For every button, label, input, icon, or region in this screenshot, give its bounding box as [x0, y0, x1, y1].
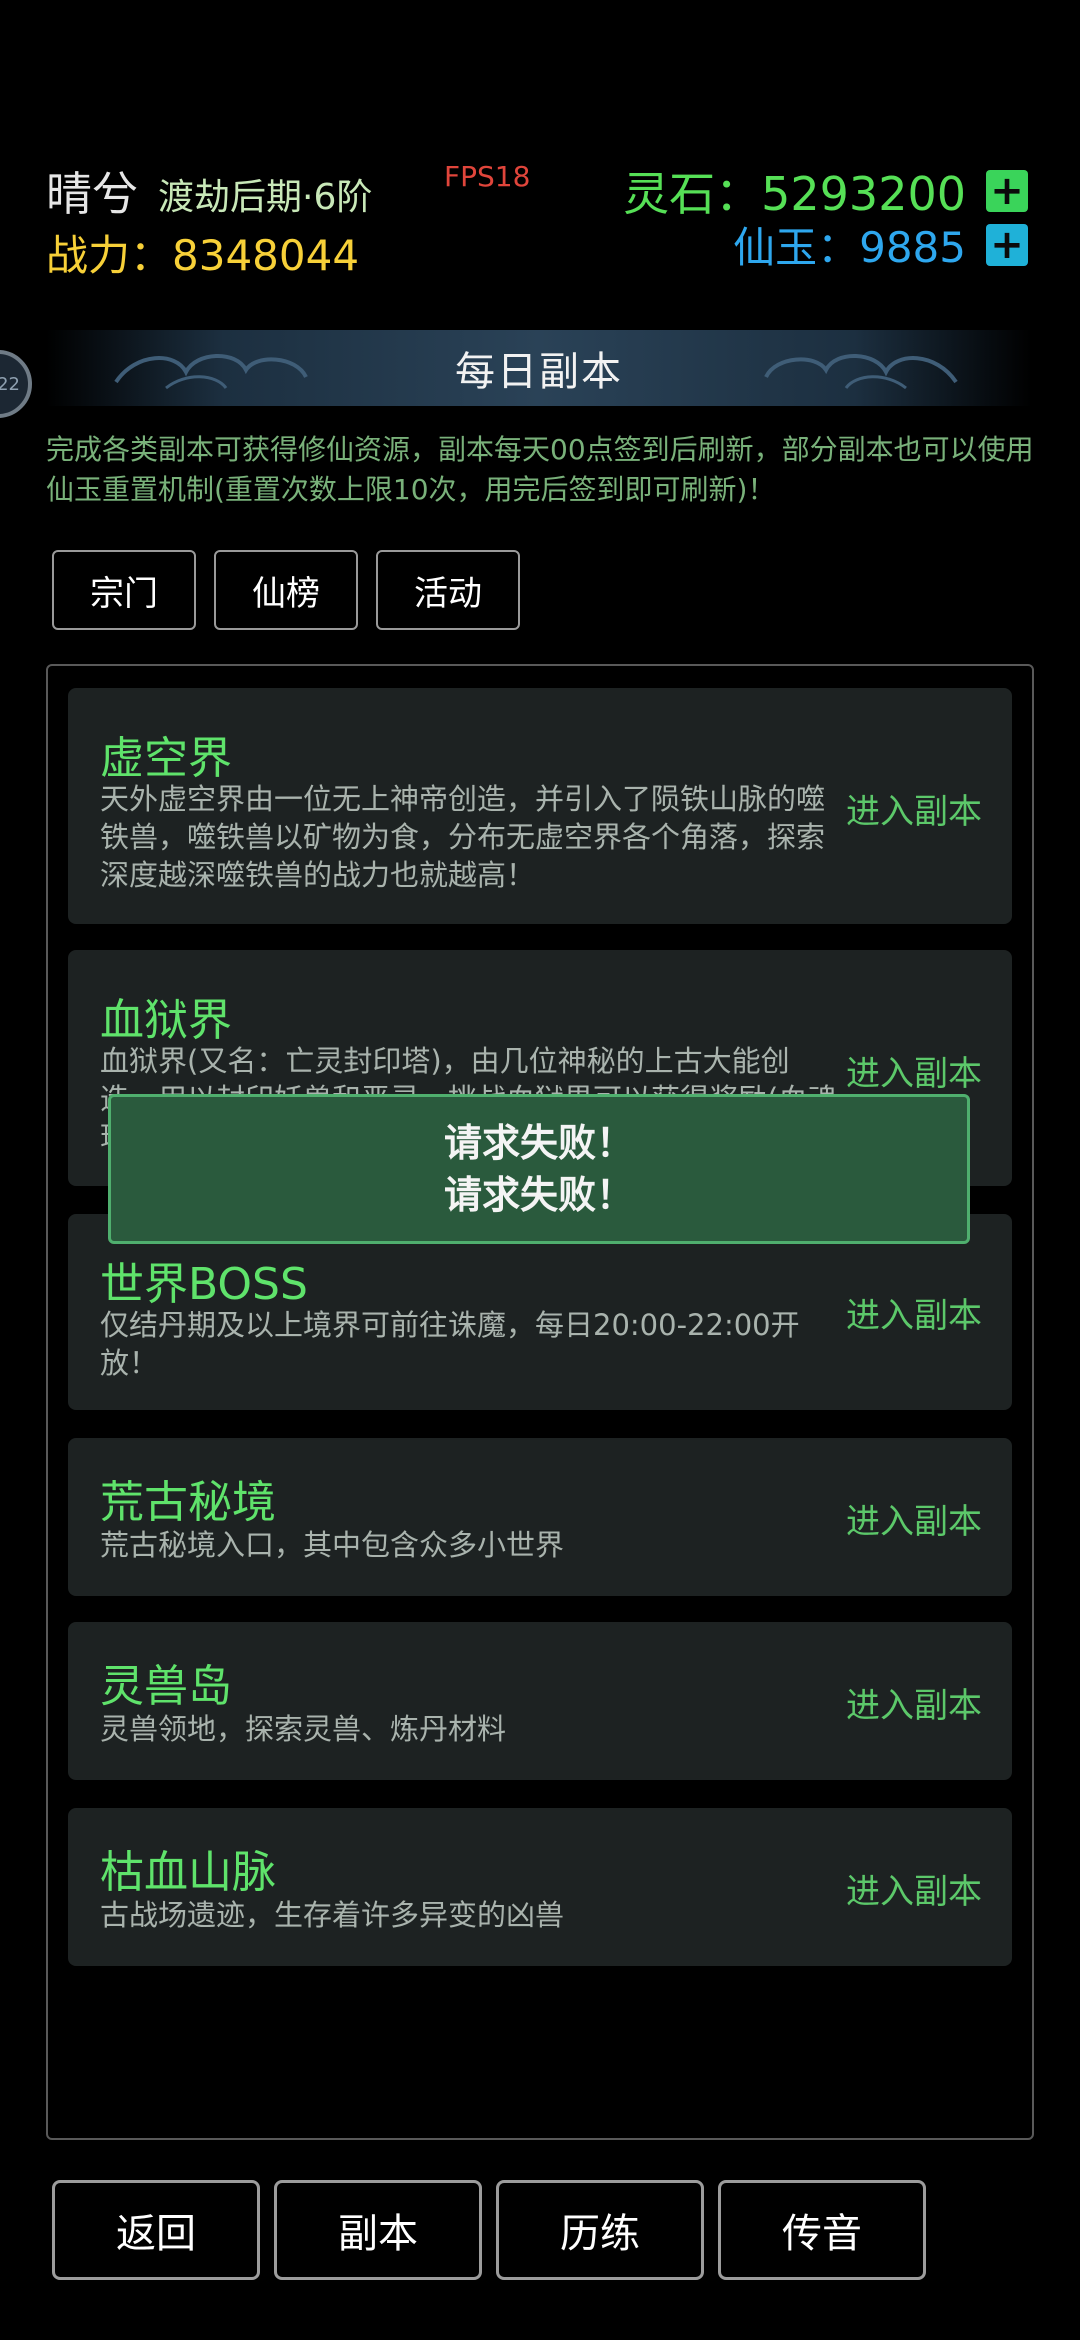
error-toast: 请求失败！ 请求失败！ [108, 1094, 970, 1244]
tab-sect[interactable]: 宗门 [52, 550, 196, 630]
nav-message-button[interactable]: 传音 [718, 2180, 926, 2280]
realm-label: 渡劫后期·6阶 [158, 177, 373, 218]
back-button[interactable]: 返回 [52, 2180, 260, 2280]
fps-counter: FPS18 [444, 160, 531, 193]
dungeon-description: 古战场遗迹，生存着许多异变的凶兽 [100, 1898, 565, 1932]
dungeon-card-void-realm[interactable]: 虚空界 天外虚空界由一位无上神帝创造，并引入了陨铁山脉的噬铁兽，噬铁兽以矿物为食… [68, 688, 1012, 924]
enter-dungeon-button[interactable]: 进入副本 [846, 1678, 982, 1727]
add-jade-button[interactable]: + [986, 223, 1028, 266]
player-name: 晴兮 [46, 167, 138, 221]
spirit-stone-value: 5293200 [761, 167, 966, 221]
tab-events[interactable]: 活动 [376, 550, 520, 630]
dungeon-description: 荒古秘境入口，其中包含众多小世界 [100, 1528, 565, 1562]
jade-value: 9885 [859, 223, 966, 272]
add-spirit-stone-button[interactable]: + [986, 170, 1028, 212]
toast-message: 请求失败！ [443, 1173, 634, 1217]
dungeon-title: 灵兽岛 [100, 1661, 232, 1712]
dungeon-title: 枯血山脉 [100, 1847, 276, 1898]
dungeon-description: 灵兽领地，探索灵兽、炼丹材料 [100, 1712, 507, 1746]
dungeon-title: 血狱界 [100, 995, 232, 1046]
dungeon-title: 世界BOSS [100, 1259, 308, 1310]
enter-dungeon-button[interactable]: 进入副本 [846, 1288, 982, 1337]
page-description: 完成各类副本可获得修仙资源，副本每天00点签到后刷新，部分副本也可以使用仙玉重置… [46, 433, 1034, 506]
cloud-ornament-left [114, 354, 308, 390]
nav-dungeon-button[interactable]: 副本 [274, 2180, 482, 2280]
dungeon-description: 天外虚空界由一位无上神帝创造，并引入了陨铁山脉的噬铁兽，噬铁兽以矿物为食，分布无… [100, 782, 826, 892]
power-label: 战力： [46, 231, 173, 280]
jade-label: 仙玉： [733, 223, 860, 272]
combat-power: 战力：8348044 [46, 222, 359, 283]
dungeon-description: 仅结丹期及以上境界可前往诛魔，每日20:00-22:00开放！ [100, 1308, 800, 1380]
title-banner: 每日副本 [46, 330, 1032, 406]
toast-message: 请求失败！ [443, 1121, 634, 1165]
jade-row: 仙玉：9885 + [733, 214, 1028, 275]
side-float-button[interactable]: 22 [0, 350, 32, 418]
nav-training-button[interactable]: 历练 [496, 2180, 704, 2280]
enter-dungeon-button[interactable]: 进入副本 [846, 1864, 982, 1913]
dungeon-title: 荒古秘境 [100, 1477, 276, 1528]
enter-dungeon-button[interactable]: 进入副本 [846, 1494, 982, 1543]
jade-amount: 仙玉：9885 [733, 214, 966, 275]
tab-ranking[interactable]: 仙榜 [214, 550, 358, 630]
enter-dungeon-button[interactable]: 进入副本 [846, 784, 982, 833]
dungeon-title: 虚空界 [100, 733, 232, 784]
spirit-stone-label: 灵石： [623, 167, 762, 221]
cloud-ornament-right [764, 354, 958, 390]
page-title: 每日副本 [455, 349, 623, 395]
enter-dungeon-button[interactable]: 进入副本 [846, 1046, 982, 1095]
dungeon-card-beast-island[interactable]: 灵兽岛 灵兽领地，探索灵兽、炼丹材料 进入副本 [68, 1622, 1012, 1780]
dungeon-card-blood-mountains[interactable]: 枯血山脉 古战场遗迹，生存着许多异变的凶兽 进入副本 [68, 1808, 1012, 1966]
dungeon-card-ancient-realm[interactable]: 荒古秘境 荒古秘境入口，其中包含众多小世界 进入副本 [68, 1438, 1012, 1596]
power-value: 8348044 [172, 231, 360, 280]
